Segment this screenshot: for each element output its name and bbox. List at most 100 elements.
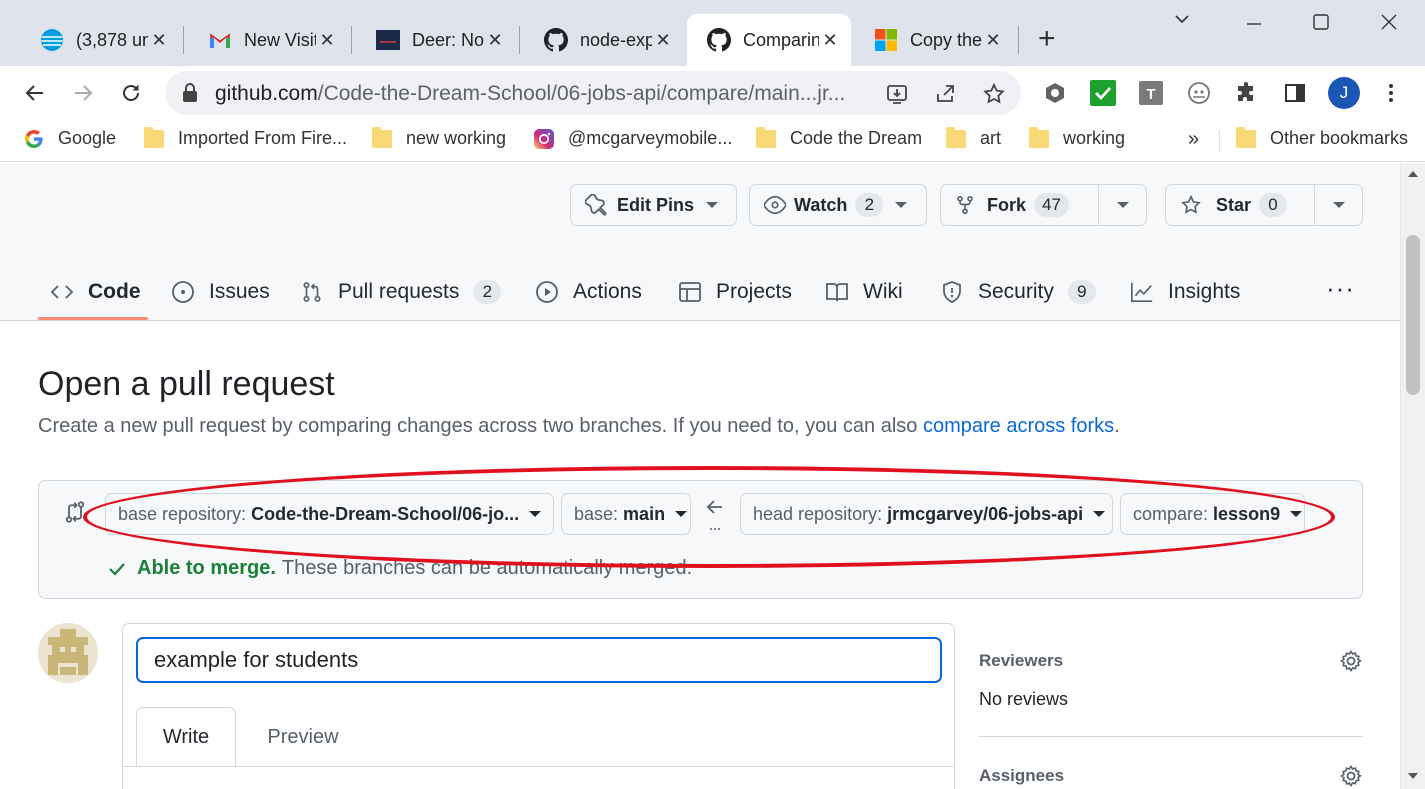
bookmark-instagram[interactable]: @mcgarveymobile... (534, 128, 732, 149)
git-pull-request-icon (300, 280, 324, 304)
side-panel-icon[interactable] (1282, 80, 1308, 106)
base-repository-select[interactable]: base repository: Code-the-Dream-School/0… (105, 493, 554, 535)
install-app-icon[interactable] (884, 81, 910, 107)
browser-tab[interactable]: New Visitor ✕ (188, 14, 348, 66)
reload-icon[interactable] (116, 78, 146, 108)
star-dropdown-button[interactable] (1314, 185, 1362, 225)
watch-button[interactable]: Watch 2 (749, 184, 927, 226)
bookmark-folder[interactable]: new working (372, 126, 507, 149)
checkmark-extension-icon[interactable] (1090, 80, 1116, 106)
star-button[interactable]: Star 0 (1166, 185, 1314, 225)
watch-count: 2 (855, 193, 884, 217)
page-scrollbar[interactable] (1400, 163, 1425, 789)
close-icon[interactable]: ✕ (982, 30, 1004, 51)
watch-label: Watch (794, 194, 848, 215)
compare-branch-select[interactable]: compare: lesson9 (1120, 493, 1305, 535)
gear-icon[interactable] (1339, 764, 1363, 788)
extension-face-icon[interactable] (1186, 80, 1212, 106)
tab-actions[interactable]: Actions (535, 263, 642, 321)
bookmark-folder[interactable]: working (1029, 126, 1125, 149)
window-close-icon[interactable] (1380, 10, 1398, 40)
compare-arrows-icon (63, 500, 87, 529)
gmail-icon (208, 28, 232, 52)
tab-pull-requests[interactable]: Pull requests 2 (300, 263, 502, 321)
folder-icon (946, 126, 966, 148)
extension-hex-icon[interactable] (1042, 80, 1068, 106)
reviewers-heading: Reviewers (979, 651, 1064, 670)
book-icon (825, 280, 849, 304)
star-bookmark-icon[interactable] (981, 81, 1007, 107)
base-branch-value: main (623, 503, 666, 524)
check-icon (107, 559, 127, 579)
other-bookmarks[interactable]: Other bookmarks (1236, 126, 1408, 149)
tab-label: Wiki (863, 280, 903, 303)
browser-tab[interactable]: (3,878 unread) ✕ (20, 14, 180, 66)
chevron-down-icon[interactable] (1173, 10, 1191, 34)
bookmark-folder[interactable]: art (946, 126, 1001, 149)
forward-arrow-icon[interactable] (68, 78, 98, 108)
head-repository-select[interactable]: head repository: jrmcgarvey/06-jobs-api (740, 493, 1113, 535)
table-icon (678, 280, 702, 304)
tab-write[interactable]: Write (136, 707, 236, 767)
tab-code[interactable]: Code (50, 263, 141, 321)
bookmark-label: new working (406, 128, 507, 148)
close-icon[interactable]: ✕ (484, 30, 506, 51)
bookmarks-overflow-button[interactable]: » (1188, 128, 1199, 151)
base-repository-value: Code-the-Dream-School/06-jo... (251, 503, 520, 524)
tab-issues[interactable]: Issues (171, 263, 270, 321)
close-icon[interactable]: ✕ (652, 30, 674, 51)
tab-title: Deer: Not (412, 29, 484, 50)
caret-down-icon (895, 202, 908, 208)
base-branch-select[interactable]: base: main (561, 493, 691, 535)
star-icon (1180, 194, 1202, 216)
tab-wiki[interactable]: Wiki (825, 263, 903, 321)
tab-insights[interactable]: Insights (1130, 263, 1240, 321)
share-icon[interactable] (933, 81, 959, 107)
browser-tab[interactable]: node-express ✕ (524, 14, 684, 66)
folder-icon (372, 126, 392, 148)
scroll-down-arrow-icon[interactable] (1408, 773, 1418, 779)
bookmark-folder[interactable]: Code the Dream (756, 126, 922, 149)
gear-icon[interactable] (1339, 649, 1363, 673)
fork-button[interactable]: Fork 47 (941, 185, 1098, 225)
browser-tab[interactable]: Copy the ✕ (854, 14, 1014, 66)
tab-label: Code (88, 280, 141, 303)
tab-projects[interactable]: Projects (678, 263, 792, 321)
scroll-up-arrow-icon[interactable] (1408, 171, 1418, 177)
kebab-menu-icon[interactable] (1378, 80, 1404, 106)
new-tab-icon[interactable]: + (1038, 24, 1056, 54)
maximize-icon[interactable] (1312, 10, 1330, 40)
puzzle-extensions-icon[interactable] (1234, 80, 1260, 106)
microsoft-icon (874, 28, 898, 52)
fork-dropdown-button[interactable] (1098, 185, 1146, 225)
browser-tab-strip: (3,878 unread) ✕ New Visitor ✕ Deer: Not… (0, 0, 1425, 66)
back-arrow-icon[interactable] (20, 78, 50, 108)
close-icon[interactable]: ✕ (316, 30, 338, 51)
caret-down-icon (1116, 202, 1129, 208)
bookmark-google[interactable]: Google (24, 128, 116, 149)
tab-security[interactable]: Security 9 (940, 263, 1096, 321)
tab-preview[interactable]: Preview (248, 707, 358, 767)
t-extension-icon[interactable]: T (1138, 80, 1164, 106)
more-options-icon[interactable]: ··· (1326, 273, 1355, 304)
close-icon[interactable]: ✕ (819, 30, 841, 51)
browser-tab[interactable]: Deer: Not ✕ (356, 14, 516, 66)
compare-across-forks-link[interactable]: compare across forks (923, 415, 1114, 437)
repo-nav: Code Issues Pull requests 2 Actions Proj… (0, 263, 1400, 321)
browser-tab-active[interactable]: Comparing ✕ (687, 14, 851, 66)
bookmark-label: Imported From Fire... (178, 128, 348, 148)
subtitle-end: . (1114, 415, 1120, 437)
scrollbar-thumb[interactable] (1406, 235, 1420, 395)
tab-label: Issues (209, 280, 270, 303)
pr-title-input[interactable] (136, 637, 942, 683)
minimize-icon[interactable] (1245, 10, 1263, 40)
address-bar[interactable]: github.com/Code-the-Dream-School/06-jobs… (165, 71, 1021, 115)
profile-avatar[interactable]: J (1328, 77, 1360, 109)
close-icon[interactable]: ✕ (148, 30, 170, 51)
tab-divider (183, 26, 184, 54)
star-label: Star (1216, 194, 1252, 215)
page-title: Open a pull request (38, 365, 335, 403)
bookmark-folder[interactable]: Imported From Fire... (144, 126, 348, 149)
bookmarks-bar: Google Imported From Fire... new working… (0, 120, 1425, 162)
edit-pins-button[interactable]: Edit Pins (570, 184, 737, 226)
